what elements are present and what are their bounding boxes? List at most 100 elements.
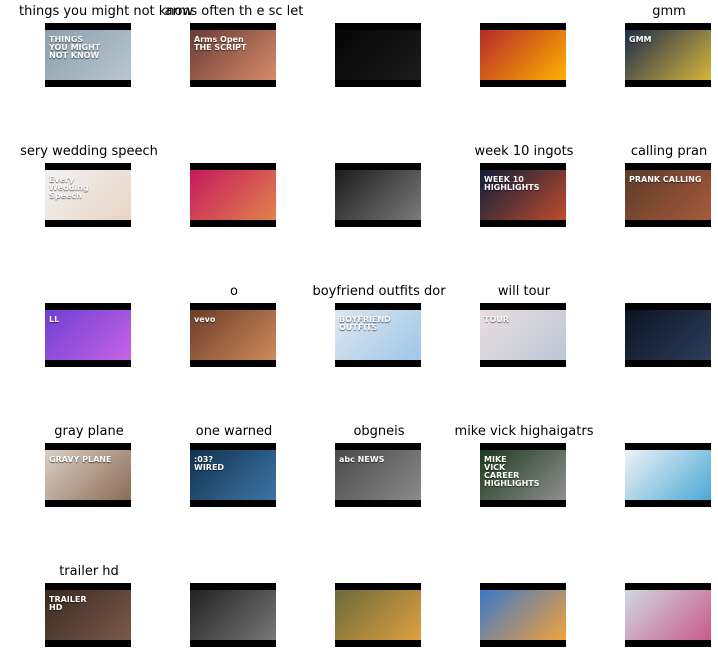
grid-cell: [164, 563, 304, 663]
grid-cell: week 10 ingots WEEK 10 HIGHLIGHTS: [454, 143, 594, 243]
grid-cell: gmm GMM: [599, 3, 718, 103]
thumbnail-title: gmm: [652, 4, 686, 19]
grid-cell: [309, 143, 449, 243]
grid-cell: [309, 563, 449, 663]
video-thumbnail[interactable]: abc NEWS: [335, 443, 421, 507]
thumbnail-image: [335, 30, 421, 80]
thumbnail-title: trailer hd: [59, 564, 119, 579]
grid-cell: calling pran PRANK CALLING: [599, 143, 718, 243]
thumbnail-title: sery wedding speech: [20, 144, 158, 159]
video-thumbnail[interactable]: [335, 23, 421, 87]
thumbnail-image: Every Wedding Speech: [45, 170, 131, 220]
video-thumbnail[interactable]: TOUR: [480, 303, 566, 367]
thumbnail-image: [480, 30, 566, 80]
thumbnail-image: THINGS YOU MIGHT NOT KNOW: [45, 30, 131, 80]
thumbnail-image: BOYFRIEND OUTFITS: [335, 310, 421, 360]
grid-cell: things you might not know THINGS YOU MIGH…: [19, 3, 194, 103]
video-thumbnail[interactable]: vevo: [190, 303, 276, 367]
thumbnail-image: :03? WIRED: [190, 450, 276, 500]
thumbnail-image: [625, 310, 711, 360]
video-thumbnail[interactable]: TRAILER HD: [45, 583, 131, 647]
video-thumbnail[interactable]: [625, 583, 711, 647]
thumbnail-overlay-text: Arms Open THE SCRIPT: [194, 35, 247, 52]
grid-cell: sery wedding speech Every Wedding Speech: [19, 143, 159, 243]
thumbnail-image: [625, 590, 711, 640]
video-thumbnail[interactable]: [625, 303, 711, 367]
video-thumbnail[interactable]: THINGS YOU MIGHT NOT KNOW: [45, 23, 131, 87]
grid-cell: obgneis abc NEWS: [309, 423, 449, 523]
thumbnail-overlay-text: WEEK 10 HIGHLIGHTS: [484, 175, 540, 192]
grid-cell: [454, 563, 594, 663]
thumbnail-title: [454, 563, 594, 581]
video-thumbnail[interactable]: :03? WIRED: [190, 443, 276, 507]
video-thumbnail[interactable]: Arms Open THE SCRIPT: [190, 23, 276, 87]
grid-cell: one warned :03? WIRED: [164, 423, 304, 523]
thumbnail-image: LL: [45, 310, 131, 360]
thumbnail-overlay-text: vevo: [194, 315, 216, 324]
thumbnail-image: [480, 590, 566, 640]
video-thumbnail[interactable]: [190, 583, 276, 647]
thumbnail-overlay-text: TRAILER HD: [49, 595, 87, 612]
grid-cell: mike vick highaigatrs MIKE VICK CAREER HI…: [454, 423, 594, 523]
video-thumbnail[interactable]: [480, 583, 566, 647]
thumbnail-title: [309, 563, 449, 581]
grid-cell: [454, 3, 594, 103]
thumbnail-image: [335, 590, 421, 640]
thumbnail-title: things you might not know: [19, 4, 194, 19]
thumbnail-image: TRAILER HD: [45, 590, 131, 640]
video-thumbnail[interactable]: [190, 163, 276, 227]
thumbnail-title: [599, 283, 718, 301]
grid-cell: o vevo: [164, 283, 304, 383]
thumbnail-title: [19, 283, 159, 301]
grid-cell: gray plane GRAVY PLANE: [19, 423, 159, 523]
thumbnail-overlay-text: :03? WIRED: [194, 455, 225, 472]
thumbnail-title: will tour: [497, 284, 551, 299]
thumbnail-title: calling pran: [630, 144, 708, 159]
grid-cell: [599, 563, 718, 663]
video-thumbnail[interactable]: LL: [45, 303, 131, 367]
thumbnail-title: [599, 423, 718, 441]
thumbnail-overlay-text: BOYFRIEND OUTFITS: [339, 315, 391, 332]
thumbnail-title: [309, 143, 449, 161]
thumbnail-overlay-text: GMM: [629, 35, 652, 44]
video-thumbnail[interactable]: Every Wedding Speech: [45, 163, 131, 227]
video-thumbnail[interactable]: BOYFRIEND OUTFITS: [335, 303, 421, 367]
video-thumbnail[interactable]: PRANK CALLING: [625, 163, 711, 227]
thumbnail-image: abc NEWS: [335, 450, 421, 500]
thumbnail-title: [164, 563, 304, 581]
thumbnail-image: Arms Open THE SCRIPT: [190, 30, 276, 80]
thumbnail-overlay-text: MIKE VICK CAREER HIGHLIGHTS: [484, 455, 540, 488]
grid-cell: [309, 3, 449, 103]
thumbnail-image: GRAVY PLANE: [45, 450, 131, 500]
thumbnail-image: vevo: [190, 310, 276, 360]
thumbnail-overlay-text: GRAVY PLANE: [49, 455, 112, 464]
thumbnail-image: [335, 170, 421, 220]
thumbnail-image: PRANK CALLING: [625, 170, 711, 220]
video-thumbnail[interactable]: GRAVY PLANE: [45, 443, 131, 507]
thumbnail-image: WEEK 10 HIGHLIGHTS: [480, 170, 566, 220]
grid-cell: arms often th e sc let Arms Open THE SCRI…: [164, 3, 304, 103]
thumbnail-title: week 10 ingots: [474, 144, 574, 159]
video-thumbnail[interactable]: [480, 23, 566, 87]
thumbnail-overlay-text: PRANK CALLING: [629, 175, 702, 184]
thumbnail-title: [599, 563, 718, 581]
grid-cell: trailer hd TRAILER HD: [19, 563, 159, 663]
video-thumbnail[interactable]: WEEK 10 HIGHLIGHTS: [480, 163, 566, 227]
thumbnail-image: MIKE VICK CAREER HIGHLIGHTS: [480, 450, 566, 500]
thumbnail-title: mike vick highaigatrs: [454, 424, 594, 439]
grid-cell: boyfriend outfits dor BOYFRIEND OUTFITS: [309, 283, 449, 383]
thumbnail-title: obgneis: [353, 424, 405, 439]
video-thumbnail[interactable]: GMM: [625, 23, 711, 87]
thumbnail-title: [164, 143, 304, 161]
video-thumbnail[interactable]: [625, 443, 711, 507]
thumbnail-title: [454, 3, 594, 21]
video-thumbnail[interactable]: [335, 583, 421, 647]
thumbnail-title: boyfriend outfits dor: [312, 284, 446, 299]
thumbnail-overlay-text: THINGS YOU MIGHT NOT KNOW: [49, 35, 101, 60]
video-thumbnail[interactable]: MIKE VICK CAREER HIGHLIGHTS: [480, 443, 566, 507]
video-thumbnail[interactable]: [335, 163, 421, 227]
thumbnail-overlay-text: TOUR: [484, 315, 509, 324]
thumbnail-overlay-text: abc NEWS: [339, 455, 385, 464]
thumbnail-title: one warned: [195, 424, 273, 439]
thumbnail-overlay-text: LL: [49, 315, 60, 324]
